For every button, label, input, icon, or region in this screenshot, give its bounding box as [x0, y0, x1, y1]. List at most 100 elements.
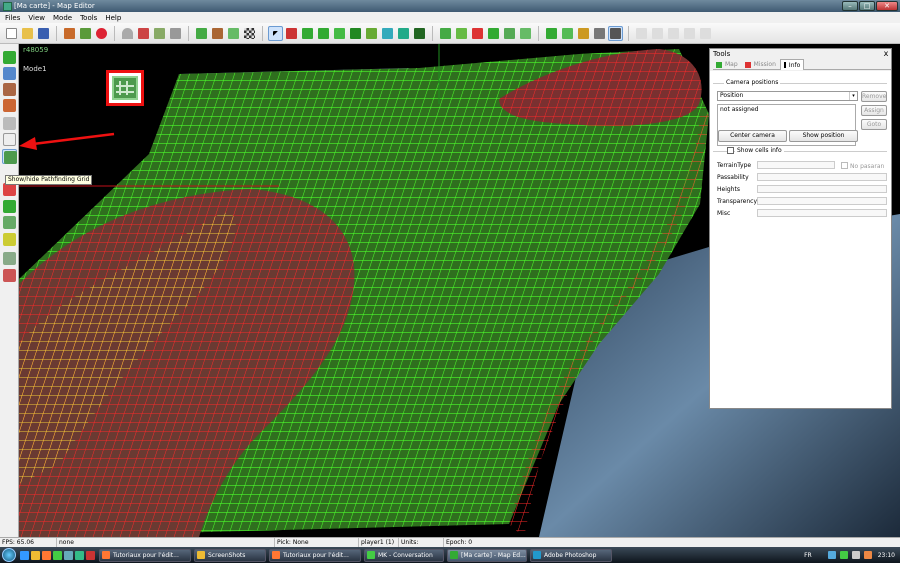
firefox-icon[interactable] — [42, 550, 51, 560]
grid-icon[interactable] — [2, 116, 17, 131]
lights-icon[interactable] — [592, 26, 607, 41]
map-tab-icon — [716, 61, 722, 68]
tab-mission[interactable]: Mission — [742, 59, 779, 70]
triggers-icon[interactable] — [560, 26, 575, 41]
eyedropper-icon[interactable] — [136, 26, 151, 41]
start-button[interactable] — [2, 548, 16, 562]
checker-icon[interactable] — [242, 26, 257, 41]
task-button[interactable]: ScreenShots — [194, 548, 266, 562]
app-icon-quicklaunch[interactable] — [75, 550, 84, 560]
menu-mode[interactable]: Mode — [49, 14, 76, 22]
folder-icon[interactable] — [31, 550, 40, 560]
no-pasaran-checkbox[interactable] — [841, 162, 848, 169]
mail-icon[interactable] — [2, 132, 17, 147]
player-readout: player1 (1) — [359, 538, 399, 547]
fields-icon[interactable] — [454, 26, 469, 41]
slope-icon[interactable] — [380, 26, 395, 41]
network-icon[interactable] — [827, 551, 836, 559]
close-button[interactable]: ✕ — [876, 1, 898, 11]
landscape-icon[interactable] — [2, 251, 17, 266]
building-icon[interactable] — [2, 82, 17, 97]
export-icon[interactable] — [78, 26, 93, 41]
zones-icon[interactable] — [544, 26, 559, 41]
menu-files[interactable]: Files — [0, 14, 24, 22]
show-position-button[interactable]: Show position — [789, 130, 858, 142]
lower-icon[interactable] — [316, 26, 331, 41]
markers-icon[interactable] — [518, 26, 533, 41]
undo-icon[interactable] — [120, 26, 135, 41]
task-button[interactable]: MK - Conversation — [364, 548, 444, 562]
task-button[interactable]: Tutoriaux pour l'édit... — [269, 548, 361, 562]
house-icon[interactable] — [2, 98, 17, 113]
center-camera-button[interactable]: Center camera — [718, 130, 787, 142]
task-button[interactable]: Adobe Photoshop — [530, 548, 612, 562]
goto-button[interactable]: Goto — [861, 119, 887, 130]
remove-button[interactable]: Remove — [861, 91, 887, 102]
group-icon[interactable] — [2, 215, 17, 230]
paint-icon[interactable] — [284, 26, 299, 41]
media-icon[interactable] — [86, 550, 95, 560]
tree-icon[interactable] — [2, 199, 17, 214]
list-item[interactable]: not assigned — [720, 106, 758, 113]
open-folder-icon[interactable] — [20, 26, 35, 41]
noise-icon[interactable] — [364, 26, 379, 41]
assign-button[interactable]: Assign — [861, 105, 887, 116]
mode-label: Mode1 — [23, 65, 47, 73]
fps-readout: FPS: 65.06 — [0, 538, 57, 547]
clock[interactable]: 23:10 — [878, 552, 895, 559]
objects-icon[interactable] — [470, 26, 485, 41]
flatten-icon[interactable] — [332, 26, 347, 41]
ie-icon[interactable] — [20, 550, 29, 560]
sky-icon[interactable] — [2, 66, 17, 81]
update-icon[interactable] — [863, 551, 872, 559]
language-indicator[interactable]: FR — [804, 552, 812, 559]
tools-panel-title: Tools — [713, 50, 731, 58]
left-toolbar — [0, 44, 19, 537]
volume-icon[interactable] — [851, 551, 860, 559]
tab-map[interactable]: Map — [713, 59, 741, 70]
misc-field — [757, 209, 887, 217]
raise-icon[interactable] — [300, 26, 315, 41]
task-button[interactable]: Tutoriaux pour l'édit... — [99, 548, 191, 562]
smooth-icon[interactable] — [348, 26, 363, 41]
camera-icon[interactable] — [94, 26, 109, 41]
desktop-icon[interactable] — [64, 550, 73, 560]
misc-label: Misc — [717, 210, 731, 217]
tiles-icon[interactable] — [226, 26, 241, 41]
map-settings-icon[interactable] — [62, 26, 77, 41]
forest-icon[interactable] — [412, 26, 427, 41]
position-select[interactable]: Position ▾ — [717, 91, 858, 101]
messenger-tray-icon[interactable] — [839, 551, 848, 559]
tools-panel-close-icon[interactable]: x — [881, 49, 891, 59]
tools-icon[interactable] — [608, 25, 623, 41]
pathfinding-grid-icon[interactable] — [2, 149, 17, 164]
zone-icon[interactable] — [2, 232, 17, 247]
callout-arrowhead — [19, 137, 37, 150]
roads-icon[interactable] — [438, 26, 453, 41]
new-file-icon[interactable] — [4, 26, 19, 41]
units-icon[interactable] — [486, 26, 501, 41]
texture-icon[interactable] — [210, 26, 225, 41]
show-cells-info-checkbox[interactable] — [727, 147, 734, 154]
menu-view[interactable]: View — [24, 14, 49, 22]
menu-help[interactable]: Help — [101, 14, 125, 22]
select-pointer-icon[interactable] — [268, 25, 283, 41]
grab-icon[interactable] — [168, 26, 183, 41]
task-button[interactable]: [Ma carte] - Map Ed... — [447, 548, 527, 562]
terrain-icon[interactable] — [194, 26, 209, 41]
pick-readout: Pick: None — [275, 538, 359, 547]
menu-tools[interactable]: Tools — [76, 14, 101, 22]
scripts-icon[interactable] — [576, 26, 591, 41]
layers-icon[interactable] — [2, 50, 17, 65]
save-icon[interactable] — [36, 26, 51, 41]
tab-info[interactable]: Info — [779, 59, 805, 70]
heights-label: Heights — [717, 186, 740, 193]
messenger-icon[interactable] — [53, 550, 62, 560]
minimize-button[interactable]: – — [842, 1, 858, 11]
system-tray: FR 23:10 — [804, 547, 900, 563]
maximize-button[interactable]: □ — [859, 1, 875, 11]
water-icon[interactable] — [396, 26, 411, 41]
houses-icon[interactable] — [502, 26, 517, 41]
people-icon[interactable] — [2, 268, 17, 283]
brush-icon[interactable] — [152, 26, 167, 41]
